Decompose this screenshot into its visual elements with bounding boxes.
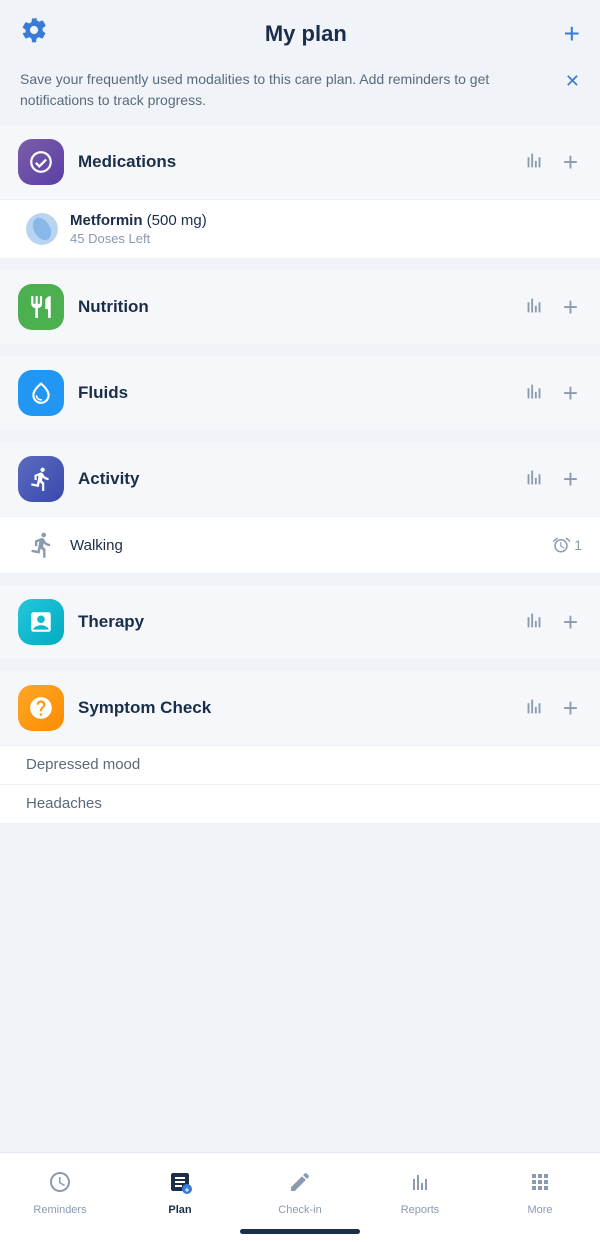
activity-item-walking: Walking 1 <box>0 516 600 573</box>
medications-add-btn[interactable]: + <box>559 147 582 177</box>
banner: Save your frequently used modalities to … <box>0 61 600 125</box>
therapy-actions: + <box>519 607 582 637</box>
separator-5 <box>0 663 600 671</box>
nav-item-plan[interactable]: + Plan <box>120 1153 240 1242</box>
metformin-detail: 45 Doses Left <box>70 231 582 246</box>
symptom-item-depressed: Depressed mood <box>0 745 600 784</box>
nutrition-chart-btn[interactable] <box>519 292 549 322</box>
medications-chart-btn[interactable] <box>519 147 549 177</box>
reminders-nav-icon <box>48 1170 72 1200</box>
activity-actions: + <box>519 464 582 494</box>
therapy-icon <box>18 599 64 645</box>
section-symptom-check: Symptom Check + Depressed mood Headaches <box>0 671 600 823</box>
section-therapy: Therapy + <box>0 585 600 659</box>
walking-icon <box>26 529 58 561</box>
section-header-medications: Medications + <box>0 125 600 199</box>
nav-item-reminders[interactable]: Reminders <box>0 1153 120 1242</box>
walking-name: Walking <box>70 537 552 554</box>
symptom-check-add-btn[interactable]: + <box>559 693 582 723</box>
activity-title: Activity <box>78 469 519 489</box>
section-header-nutrition: Nutrition + <box>0 270 600 344</box>
symptom-check-icon <box>18 685 64 731</box>
nutrition-icon <box>18 284 64 330</box>
separator-3 <box>0 434 600 442</box>
check-in-nav-icon <box>288 1170 312 1200</box>
walking-alarm: 1 <box>552 536 582 554</box>
activity-icon <box>18 456 64 502</box>
nutrition-actions: + <box>519 292 582 322</box>
plan-nav-label: Plan <box>168 1204 191 1216</box>
separator-2 <box>0 348 600 356</box>
medication-item-metformin: Metformin (500 mg) 45 Doses Left <box>0 199 600 258</box>
check-in-nav-label: Check-in <box>278 1204 321 1216</box>
separator-1 <box>0 262 600 270</box>
scroll-area: Medications + Metformin (500 mg) 45 Dose… <box>0 125 600 1239</box>
symptom-item-headaches: Headaches <box>0 784 600 823</box>
more-nav-label: More <box>527 1204 552 1216</box>
section-header-activity: Activity + <box>0 442 600 516</box>
symptom-headaches-text: Headaches <box>26 795 102 812</box>
section-activity: Activity + Walking 1 <box>0 442 600 573</box>
symptom-check-chart-btn[interactable] <box>519 693 549 723</box>
medications-icon <box>18 139 64 185</box>
section-header-symptom-check: Symptom Check + <box>0 671 600 745</box>
fluids-title: Fluids <box>78 383 519 403</box>
fluids-icon <box>18 370 64 416</box>
medications-actions: + <box>519 147 582 177</box>
metformin-name: Metformin (500 mg) <box>70 212 582 229</box>
more-nav-icon <box>528 1170 552 1200</box>
section-header-fluids: Fluids + <box>0 356 600 430</box>
metformin-icon <box>26 213 58 245</box>
fluids-add-btn[interactable]: + <box>559 378 582 408</box>
banner-close-icon[interactable]: ✕ <box>565 71 580 92</box>
activity-add-btn[interactable]: + <box>559 464 582 494</box>
reports-nav-icon <box>408 1170 432 1200</box>
banner-text: Save your frequently used modalities to … <box>20 69 565 111</box>
symptom-depressed-text: Depressed mood <box>26 756 140 773</box>
therapy-add-btn[interactable]: + <box>559 607 582 637</box>
walking-text: Walking <box>70 537 552 554</box>
symptom-check-title: Symptom Check <box>78 698 519 718</box>
walking-alarm-count: 1 <box>574 537 582 553</box>
nutrition-add-btn[interactable]: + <box>559 292 582 322</box>
therapy-title: Therapy <box>78 612 519 632</box>
fluids-chart-btn[interactable] <box>519 378 549 408</box>
section-medications: Medications + Metformin (500 mg) 45 Dose… <box>0 125 600 258</box>
home-indicator <box>240 1229 360 1234</box>
nav-item-reports[interactable]: Reports <box>360 1153 480 1242</box>
medications-title: Medications <box>78 152 519 172</box>
reminders-nav-label: Reminders <box>33 1204 86 1216</box>
svg-text:+: + <box>185 1185 190 1194</box>
nutrition-title: Nutrition <box>78 297 519 317</box>
fluids-actions: + <box>519 378 582 408</box>
nav-item-more[interactable]: More <box>480 1153 600 1242</box>
metformin-text: Metformin (500 mg) 45 Doses Left <box>70 212 582 246</box>
reports-nav-label: Reports <box>401 1204 440 1216</box>
header: My plan + <box>0 0 600 61</box>
plan-nav-icon: + <box>168 1170 192 1200</box>
therapy-chart-btn[interactable] <box>519 607 549 637</box>
activity-chart-btn[interactable] <box>519 464 549 494</box>
section-header-therapy: Therapy + <box>0 585 600 659</box>
symptom-check-actions: + <box>519 693 582 723</box>
section-nutrition: Nutrition + <box>0 270 600 344</box>
settings-icon[interactable] <box>20 16 48 51</box>
page-title: My plan <box>265 21 347 47</box>
separator-4 <box>0 577 600 585</box>
add-icon[interactable]: + <box>564 18 580 50</box>
section-fluids: Fluids + <box>0 356 600 430</box>
